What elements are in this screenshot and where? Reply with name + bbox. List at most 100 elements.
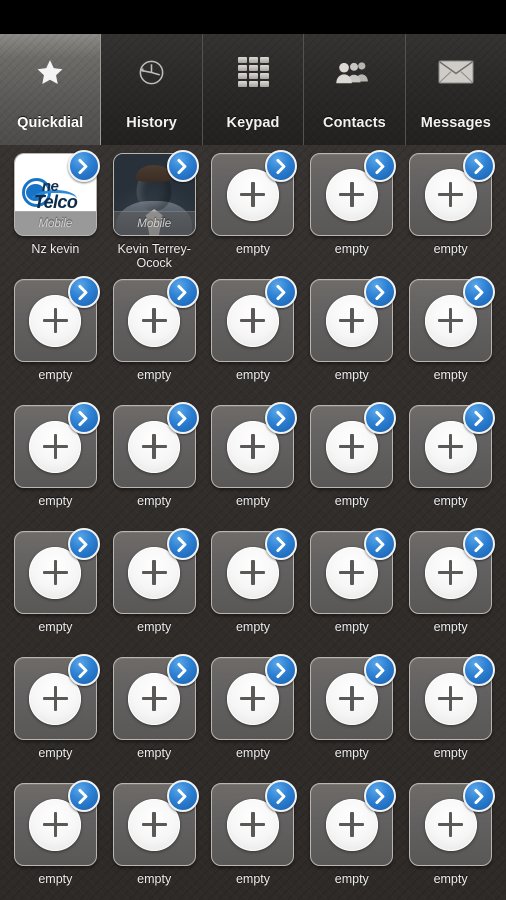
quickdial-slot-empty[interactable]: empty — [105, 402, 204, 531]
quickdial-slot-label: empty — [235, 494, 270, 508]
quickdial-slot-empty[interactable]: empty — [401, 276, 500, 405]
people-icon — [335, 50, 373, 94]
line-type-badge: Mobile — [14, 211, 96, 235]
quickdial-slot-empty[interactable]: empty — [6, 276, 105, 405]
chevron-right-arrow-icon[interactable] — [463, 150, 496, 182]
quickdial-slot-empty[interactable]: empty — [6, 780, 105, 900]
chevron-right-arrow-icon[interactable] — [166, 780, 199, 812]
quickdial-slot-empty[interactable]: empty — [6, 654, 105, 783]
quickdial-slot-label: empty — [38, 494, 73, 508]
chevron-right-arrow-icon[interactable] — [463, 780, 496, 812]
quickdial-slot-empty[interactable]: empty — [204, 528, 303, 657]
quickdial-slot-empty[interactable]: empty — [204, 402, 303, 531]
quickdial-slot-empty[interactable]: empty — [302, 528, 401, 657]
chevron-right-arrow-icon[interactable] — [463, 276, 496, 308]
quickdial-slot-label: empty — [137, 746, 172, 760]
tile-wrapper — [13, 402, 100, 488]
tab-contacts[interactable]: Contacts — [304, 34, 406, 145]
quickdial-slot-label: empty — [433, 620, 468, 634]
chevron-right-arrow-icon[interactable] — [67, 528, 100, 560]
tile-wrapper — [112, 780, 199, 866]
quickdial-slot-empty[interactable]: empty — [105, 276, 204, 405]
quickdial-slot-empty[interactable]: empty — [401, 528, 500, 657]
quickdial-slot-label: empty — [433, 746, 468, 760]
chevron-right-arrow-icon[interactable] — [67, 276, 100, 308]
chevron-right-arrow-icon[interactable] — [166, 654, 199, 686]
quickdial-slot-empty[interactable]: empty — [302, 780, 401, 900]
quickdial-slot-label: empty — [433, 494, 468, 508]
quickdial-slot-label: empty — [235, 746, 270, 760]
tab-keypad[interactable]: Keypad — [202, 34, 305, 145]
chevron-right-arrow-icon[interactable] — [67, 150, 100, 182]
quickdial-slot-label: empty — [334, 494, 369, 508]
tile-wrapper — [211, 654, 298, 740]
chevron-right-arrow-icon[interactable] — [166, 276, 199, 308]
quickdial-slot-label: empty — [235, 620, 270, 634]
quickdial-slot-label: empty — [433, 242, 468, 256]
tab-label-quickdial: Quickdial — [17, 115, 84, 131]
quickdial-slot-label: empty — [334, 872, 369, 886]
tile-wrapper — [310, 528, 397, 614]
tab-messages[interactable]: Messages — [405, 34, 506, 145]
tab-label-contacts: Contacts — [323, 115, 386, 131]
tile-wrapper — [13, 780, 100, 866]
quickdial-slot-empty[interactable]: empty — [105, 528, 204, 657]
quickdial-slot-empty[interactable]: empty — [204, 780, 303, 900]
chevron-right-arrow-icon[interactable] — [463, 528, 496, 560]
tile-wrapper — [211, 528, 298, 614]
quickdial-slot-label: empty — [38, 746, 73, 760]
quickdial-slot-label: empty — [137, 368, 172, 382]
quickdial-slot-empty[interactable]: empty — [6, 402, 105, 531]
quickdial-slot-empty[interactable]: empty — [302, 402, 401, 531]
quickdial-slot-empty[interactable]: empty — [401, 402, 500, 531]
tab-label-messages: Messages — [420, 115, 491, 131]
chevron-right-arrow-icon[interactable] — [67, 402, 100, 434]
tile-wrapper — [13, 654, 100, 740]
chevron-right-arrow-icon[interactable] — [67, 780, 100, 812]
chevron-right-arrow-icon[interactable] — [166, 528, 199, 560]
quickdial-slot-label: empty — [137, 872, 172, 886]
quickdial-slot-empty[interactable]: empty — [204, 276, 303, 405]
quickdial-slot-label: empty — [137, 620, 172, 634]
quickdial-slot-label: empty — [235, 368, 270, 382]
quickdial-slot-empty[interactable]: empty — [105, 654, 204, 783]
tab-quickdial[interactable]: Quickdial — [0, 34, 102, 145]
one-telco-logo-icon: ne Telco — [15, 176, 96, 216]
tile-wrapper — [211, 402, 298, 488]
keypad-grid-icon — [237, 50, 269, 94]
tile-wrapper — [409, 276, 496, 362]
quickdial-slot-empty[interactable]: empty — [302, 276, 401, 405]
tile-wrapper — [211, 780, 298, 866]
quickdial-slot-label: empty — [334, 746, 369, 760]
quickdial-slot-empty[interactable]: empty — [401, 780, 500, 900]
tile-wrapper — [409, 654, 496, 740]
quickdial-slot-contact[interactable]: ne Telco Mobile Nz kevin — [6, 150, 105, 279]
quickdial-slot-empty[interactable]: empty — [204, 150, 303, 279]
quickdial-slot-empty[interactable]: empty — [302, 150, 401, 279]
quickdial-slot-contact[interactable]: Mobile Kevin Terrey-Ocock — [105, 150, 204, 279]
quickdial-slot-label: empty — [38, 620, 73, 634]
tab-label-history: History — [126, 115, 177, 131]
quickdial-slot-empty[interactable]: empty — [105, 780, 204, 900]
tile-wrapper — [112, 402, 199, 488]
chevron-right-arrow-icon[interactable] — [166, 150, 199, 182]
quickdial-slot-label: empty — [433, 368, 468, 382]
tab-history[interactable]: History — [101, 34, 203, 145]
quickdial-slot-label: empty — [137, 494, 172, 508]
chevron-right-arrow-icon[interactable] — [463, 654, 496, 686]
quickdial-slot-empty[interactable]: empty — [204, 654, 303, 783]
quickdial-slot-empty[interactable]: empty — [302, 654, 401, 783]
chevron-right-arrow-icon[interactable] — [166, 402, 199, 434]
quickdial-slot-label: Nz kevin — [31, 242, 80, 256]
quickdial-slot-label: empty — [334, 368, 369, 382]
chevron-right-arrow-icon[interactable] — [463, 402, 496, 434]
tile-wrapper: ne Telco Mobile — [13, 150, 100, 236]
tile-wrapper — [409, 780, 496, 866]
quickdial-slot-label: empty — [235, 242, 270, 256]
quickdial-slot-empty[interactable]: empty — [401, 654, 500, 783]
quickdial-slot-empty[interactable]: empty — [6, 528, 105, 657]
quickdial-screen: Quickdial History Keypad Contacts Messages n… — [0, 0, 506, 900]
clock-history-icon — [136, 50, 167, 94]
quickdial-slot-empty[interactable]: empty — [401, 150, 500, 279]
chevron-right-arrow-icon[interactable] — [67, 654, 100, 686]
